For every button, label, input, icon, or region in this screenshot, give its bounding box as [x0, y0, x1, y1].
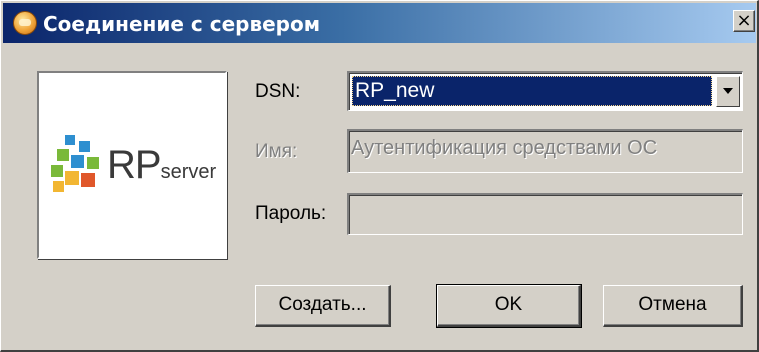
name-field[interactable]: Аутентификация средствами ОС [347, 129, 743, 173]
dsn-select[interactable]: RP_new [347, 71, 743, 111]
logo-text: RPserver [107, 143, 216, 188]
ok-button[interactable]: OK [436, 284, 582, 328]
app-icon [13, 11, 37, 35]
close-button[interactable]: × [733, 10, 755, 32]
window-title: Соединение с сервером [43, 12, 321, 36]
password-field[interactable] [347, 193, 743, 235]
cancel-button[interactable]: Отмена [603, 285, 743, 327]
logo-rp-text: RP [107, 143, 162, 187]
rpserver-logo: RPserver [37, 71, 227, 259]
dropdown-arrow-button[interactable] [716, 76, 740, 107]
title-bar[interactable]: Соединение с сервером × [3, 3, 756, 43]
create-button[interactable]: Создать... [255, 285, 391, 327]
name-field-value: Аутентификация средствами ОС [351, 137, 658, 159]
rpserver-logo-icon [51, 135, 101, 193]
dsn-label: DSN: [255, 81, 301, 102]
logo-server-text: server [160, 161, 217, 183]
name-label: Имя: [255, 141, 298, 162]
dsn-selected-value[interactable]: RP_new [352, 76, 712, 106]
password-label: Пароль: [255, 203, 327, 224]
close-icon: × [736, 10, 752, 31]
connect-dialog: Соединение с сервером × RPserver DSN: RP… [0, 0, 759, 352]
